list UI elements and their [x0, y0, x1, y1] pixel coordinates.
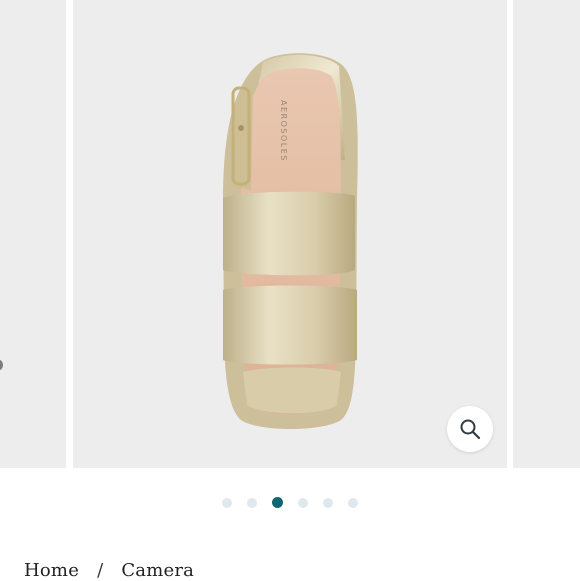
- carousel-dot-2[interactable]: [247, 498, 257, 508]
- current-slide[interactable]: AEROSOLES: [73, 0, 507, 468]
- carousel-dot-5[interactable]: [323, 498, 333, 508]
- product-image-carousel[interactable]: AEROSOLES: [0, 0, 580, 468]
- previous-slide-edge: [0, 360, 3, 370]
- carousel-dot-3-active[interactable]: [272, 497, 283, 508]
- next-slide[interactable]: [513, 0, 580, 468]
- breadcrumb-home[interactable]: Home: [24, 560, 79, 581]
- carousel-dot-4[interactable]: [298, 498, 308, 508]
- breadcrumb-separator: /: [97, 560, 104, 581]
- breadcrumb: Home / Camera: [24, 560, 194, 581]
- previous-slide[interactable]: [0, 0, 66, 468]
- sandal-product-image: AEROSOLES: [223, 53, 358, 429]
- carousel-dot-6[interactable]: [348, 498, 358, 508]
- breadcrumb-camera[interactable]: Camera: [121, 560, 194, 581]
- magnifier-icon: [460, 419, 481, 440]
- zoom-button[interactable]: [447, 406, 493, 452]
- carousel-dot-1[interactable]: [222, 498, 232, 508]
- brand-mark: AEROSOLES: [279, 100, 288, 162]
- carousel-pagination: [0, 497, 580, 509]
